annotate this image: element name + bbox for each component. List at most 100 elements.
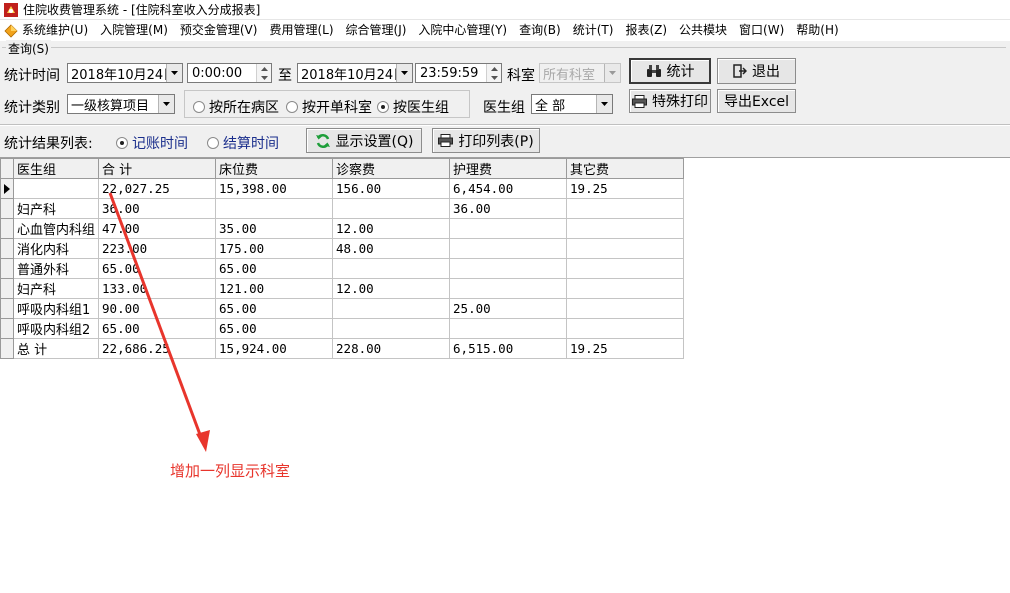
table-row[interactable]: 22,027.25 15,398.00 156.00 6,454.00 19.25	[0, 178, 685, 199]
table-cell[interactable]: 25.00	[449, 298, 568, 319]
table-cell[interactable]: 36.00	[98, 198, 217, 219]
result-grid[interactable]: 医生组 合 计 床位费 诊察费 护理费 其它费 22,027.25 15,398.…	[0, 157, 1010, 593]
menu-deposit[interactable]: 预交金管理(V)	[174, 20, 264, 41]
table-cell[interactable]: 19.25	[566, 178, 685, 199]
print-list-button[interactable]: 打印列表(P)	[432, 128, 540, 153]
table-cell[interactable]: 228.00	[332, 338, 451, 359]
menu-fees[interactable]: 费用管理(L)	[263, 20, 339, 41]
menu-admission-center[interactable]: 入院中心管理(Y)	[412, 20, 513, 41]
table-cell[interactable]: 15,924.00	[215, 338, 334, 359]
display-settings-button[interactable]: 显示设置(Q)	[306, 128, 422, 153]
table-cell[interactable]: 6,515.00	[449, 338, 568, 359]
table-cell[interactable]: 呼吸内科组1	[12, 298, 100, 319]
chevron-down-icon[interactable]	[596, 95, 612, 113]
table-cell[interactable]: 22,027.25	[98, 178, 217, 199]
menu-admission[interactable]: 入院管理(M)	[94, 20, 174, 41]
menu-query[interactable]: 查询(B)	[513, 20, 567, 41]
table-cell[interactable]: 12.00	[332, 278, 451, 299]
table-cell[interactable]: 48.00	[332, 238, 451, 259]
table-cell[interactable]: 普通外科	[12, 258, 100, 279]
table-cell[interactable]: 6,454.00	[449, 178, 568, 199]
table-cell[interactable]: 心血管内科组	[12, 218, 100, 239]
spin-down-icon[interactable]	[257, 73, 271, 82]
table-cell[interactable]: 65.00	[98, 258, 217, 279]
table-cell[interactable]: 175.00	[215, 238, 334, 259]
table-cell[interactable]: 47.00	[98, 218, 217, 239]
table-cell[interactable]: 65.00	[98, 318, 217, 339]
table-row[interactable]: 呼吸内科组2 65.00 65.00	[0, 318, 685, 339]
radio-by-ward[interactable]: 按所在病区	[193, 97, 279, 117]
start-date-picker[interactable]: 2018年10月24日	[67, 63, 183, 83]
table-cell[interactable]	[566, 278, 685, 299]
radio-by-bill-dept[interactable]: 按开单科室	[286, 97, 372, 117]
table-cell[interactable]: 消化内科	[12, 238, 100, 259]
spin-up-icon[interactable]	[257, 64, 271, 73]
menu-statistics[interactable]: 统计(T)	[567, 20, 620, 41]
end-time-input[interactable]: 23:59:59	[415, 63, 502, 83]
table-row[interactable]: 消化内科 223.00 175.00 48.00	[0, 238, 685, 259]
table-cell[interactable]: 妇产科	[12, 198, 100, 219]
table-cell[interactable]	[566, 258, 685, 279]
row-indicator[interactable]	[0, 318, 14, 339]
table-cell[interactable]: 总 计	[12, 338, 100, 359]
chevron-down-icon[interactable]	[158, 95, 174, 113]
row-indicator[interactable]	[0, 178, 14, 199]
table-cell[interactable]	[332, 318, 451, 339]
spin-down-icon[interactable]	[487, 73, 501, 82]
table-cell[interactable]: 223.00	[98, 238, 217, 259]
table-row[interactable]: 总 计 22,686.25 15,924.00 228.00 6,515.00 19.25	[0, 338, 685, 359]
special-print-button[interactable]: 特殊打印	[629, 89, 711, 113]
table-row[interactable]: 妇产科 36.00 36.00	[0, 198, 685, 219]
table-cell[interactable]: 90.00	[98, 298, 217, 319]
menu-help[interactable]: 帮助(H)	[790, 20, 844, 41]
category-select[interactable]: 一级核算项目	[67, 94, 175, 114]
table-cell[interactable]: 妇产科	[12, 278, 100, 299]
table-cell[interactable]: 156.00	[332, 178, 451, 199]
table-cell[interactable]	[566, 298, 685, 319]
table-row[interactable]: 妇产科 133.00 121.00 12.00	[0, 278, 685, 299]
end-date-picker[interactable]: 2018年10月24日	[297, 63, 413, 83]
table-cell[interactable]	[215, 198, 334, 219]
doctor-group-select[interactable]: 全 部	[531, 94, 613, 114]
start-time-input[interactable]: 0:00:00	[187, 63, 272, 83]
table-cell[interactable]: 35.00	[215, 218, 334, 239]
row-indicator[interactable]	[0, 278, 14, 299]
table-cell[interactable]: 65.00	[215, 318, 334, 339]
table-cell[interactable]	[332, 258, 451, 279]
table-cell[interactable]: 12.00	[332, 218, 451, 239]
radio-settle-time[interactable]: 结算时间	[207, 133, 279, 153]
table-cell[interactable]	[566, 318, 685, 339]
table-cell[interactable]	[449, 318, 568, 339]
table-cell[interactable]	[566, 218, 685, 239]
col-header-nursing-fee[interactable]: 护理费	[449, 158, 568, 179]
row-indicator[interactable]	[0, 238, 14, 259]
table-cell[interactable]: 121.00	[215, 278, 334, 299]
chevron-down-icon[interactable]	[166, 64, 182, 82]
table-cell[interactable]: 19.25	[566, 338, 685, 359]
table-cell[interactable]	[332, 198, 451, 219]
menu-public-module[interactable]: 公共模块	[673, 20, 733, 41]
exit-button[interactable]: 退出	[717, 58, 796, 84]
table-cell[interactable]: 65.00	[215, 258, 334, 279]
table-cell[interactable]	[566, 198, 685, 219]
row-indicator[interactable]	[0, 338, 14, 359]
chevron-down-icon[interactable]	[604, 64, 620, 82]
table-cell[interactable]: 22,686.25	[98, 338, 217, 359]
row-indicator[interactable]	[0, 198, 14, 219]
table-cell[interactable]: 呼吸内科组2	[12, 318, 100, 339]
table-cell[interactable]	[449, 278, 568, 299]
col-header-bed-fee[interactable]: 床位费	[215, 158, 334, 179]
table-cell[interactable]: 15,398.00	[215, 178, 334, 199]
stats-button[interactable]: 统计	[629, 58, 711, 84]
menu-reports[interactable]: 报表(Z)	[619, 20, 673, 41]
table-cell[interactable]	[449, 258, 568, 279]
row-indicator[interactable]	[0, 218, 14, 239]
table-row[interactable]: 心血管内科组 47.00 35.00 12.00	[0, 218, 685, 239]
table-cell[interactable]	[449, 218, 568, 239]
row-indicator[interactable]	[0, 298, 14, 319]
table-cell[interactable]: 65.00	[215, 298, 334, 319]
export-excel-button[interactable]: 导出Excel	[717, 89, 796, 113]
table-row[interactable]: 呼吸内科组1 90.00 65.00 25.00	[0, 298, 685, 319]
col-header-other-fee[interactable]: 其它费	[566, 158, 685, 179]
radio-account-time[interactable]: 记账时间	[116, 133, 188, 153]
